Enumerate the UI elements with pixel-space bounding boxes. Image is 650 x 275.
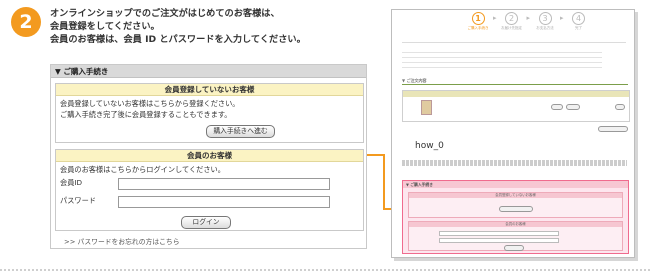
thumb-non-member-heading: 会員登録していないお客様: [409, 193, 622, 198]
instruction-line-1: オンラインショップでのご注文がはじめてのお客様は、: [50, 8, 280, 19]
step-3: 3 お支払方法: [534, 12, 556, 31]
cart-title: ▼ ご注文内容: [402, 78, 427, 83]
proceed-to-purchase-button[interactable]: 購入手続きへ進む: [206, 125, 275, 138]
step-1-label: ご購入手続き: [467, 26, 489, 30]
thumb-non-member-box: 会員登録していないお客様: [408, 192, 623, 218]
cart-table: [402, 90, 630, 122]
step-3-circle: 3: [538, 12, 552, 25]
connector-line: [383, 154, 385, 210]
thumbnail-caption: how_0: [415, 141, 444, 151]
page-thumbnail: 1 ご購入手続き ▸ 2 お届け先指定 ▸ 3 お支払方法 ▸ 4 完了 ▼ ご…: [391, 9, 635, 258]
intro-text-block: [402, 50, 602, 68]
step-1-circle: 1: [471, 12, 485, 25]
thumb-login-button[interactable]: [504, 245, 524, 251]
note-text: [402, 160, 627, 166]
thumb-member-box: 会員のお客様: [408, 221, 623, 251]
member-intro-text: 会員のお客様はこちらからログインしてください。: [60, 165, 225, 174]
step-1: 1 ご購入手続き: [467, 12, 489, 31]
step-4-label: 完了: [575, 26, 583, 30]
step-3-label: お支払方法: [536, 26, 554, 30]
step-arrow-icon: ▸: [526, 14, 531, 22]
step-arrow-icon: ▸: [560, 14, 564, 22]
purchase-panel-title: ▼ ご購入手続き: [51, 65, 366, 78]
password-input[interactable]: [118, 196, 330, 208]
connector-line: [367, 154, 384, 156]
quantity-field[interactable]: [551, 104, 563, 110]
update-button[interactable]: [566, 104, 580, 110]
thumb-password-input[interactable]: [439, 238, 559, 243]
delete-button[interactable]: [615, 104, 625, 110]
thumb-proceed-button[interactable]: [499, 206, 533, 212]
cart-table-header: [403, 91, 629, 97]
password-label: パスワード: [60, 196, 96, 205]
thumb-id-input[interactable]: [439, 231, 559, 236]
step-2: 2 お届け先指定: [501, 12, 523, 31]
step-4: 4 完了: [568, 12, 590, 31]
divider: [402, 84, 628, 85]
non-member-heading: 会員登録していないお客様: [56, 84, 363, 96]
instruction-line-3: 会員のお客様は、会員 ID とパスワードを入力してください。: [50, 34, 306, 45]
step-indicator: 1 ご購入手続き ▸ 2 お届け先指定 ▸ 3 お支払方法 ▸ 4 完了: [467, 12, 590, 31]
non-member-text-1: 会員登録していないお客様はこちらから登録ください。: [60, 99, 240, 108]
member-id-label: 会員ID: [60, 178, 83, 187]
product-thumbnail: [421, 100, 432, 115]
purchase-title: ▼ ご購入手続き: [403, 181, 628, 188]
instructions: オンラインショップでのご注文がはじめてのお客様は、 会員登録をしてください。 会…: [50, 7, 306, 46]
member-heading: 会員のお客様: [56, 150, 363, 162]
instruction-line-2: 会員登録をしてください。: [50, 21, 160, 32]
divider: [402, 42, 626, 43]
non-member-section: 会員登録していないお客様 会員登録していないお客様はこちらから登録ください。 ご…: [55, 83, 364, 143]
purchase-procedure-panel: ▼ ご購入手続き 会員登録していないお客様 会員登録していないお客様はこちらから…: [50, 64, 367, 249]
member-id-input[interactable]: [118, 178, 330, 190]
non-member-text-2: ご購入手続き完了後に会員登録することもできます。: [60, 110, 232, 119]
highlighted-purchase-section: ▼ ご購入手続き 会員登録していないお客様 会員のお客様: [402, 180, 629, 254]
step-arrow-icon: ▸: [493, 14, 497, 22]
continue-shopping-button[interactable]: [598, 126, 628, 132]
member-login-section: 会員のお客様 会員のお客様はこちらからログインしてください。 会員ID パスワー…: [55, 149, 364, 231]
section-divider: [0, 269, 650, 271]
thumb-member-heading: 会員のお客様: [409, 222, 622, 227]
step-number-badge: 2: [11, 7, 41, 37]
step-2-circle: 2: [505, 12, 519, 25]
forgot-password-link[interactable]: >> パスワードをお忘れの方はこちら: [64, 236, 180, 246]
step-2-label: お届け先指定: [501, 26, 523, 30]
login-button[interactable]: ログイン: [181, 216, 231, 229]
step-4-circle: 4: [572, 12, 586, 25]
